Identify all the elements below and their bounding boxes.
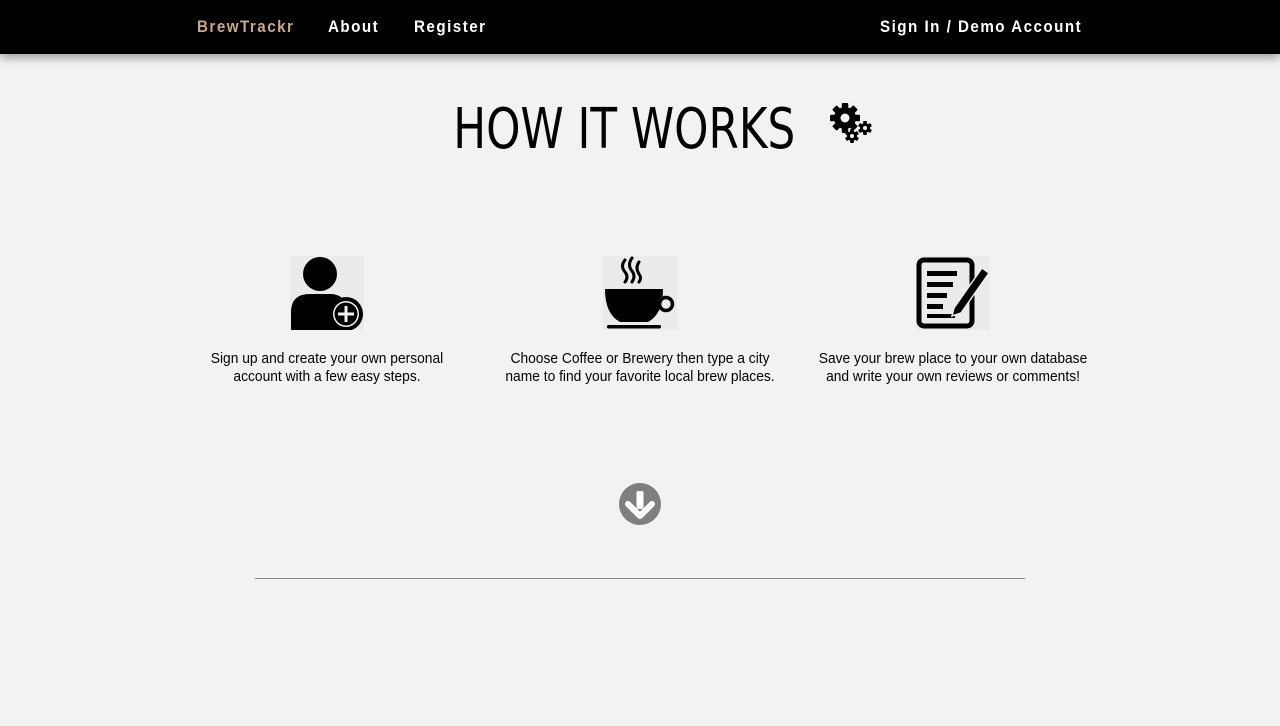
gears-icon — [829, 101, 875, 148]
section-divider — [255, 578, 1025, 579]
how-it-works-heading: HOW IT WORKS — [0, 98, 1280, 162]
page-title: HOW IT WORKS — [452, 97, 795, 162]
step-signup-text: Sign up and create your own personal acc… — [210, 350, 444, 385]
step-save: Save your brew place to your own databas… — [803, 256, 1103, 386]
step-signup: Sign up and create your own personal acc… — [177, 256, 477, 386]
edit-note-icon — [916, 256, 990, 330]
nav-signin-link[interactable]: Sign In / Demo Account — [880, 17, 1082, 37]
top-navbar: BrewTrackr About Register Sign In / Demo… — [0, 0, 1280, 54]
arrow-circle-down-icon[interactable] — [618, 483, 662, 527]
step-search: Choose Coffee or Brewery then type a cit… — [490, 256, 790, 386]
step-search-text: Choose Coffee or Brewery then type a cit… — [505, 350, 775, 385]
nav-about-link[interactable]: About — [328, 17, 379, 37]
step-save-text: Save your brew place to your own databas… — [818, 350, 1088, 385]
user-plus-icon — [290, 256, 364, 330]
nav-register-link[interactable]: Register — [414, 17, 487, 37]
coffee-cup-icon — [603, 256, 677, 330]
brand-link[interactable]: BrewTrackr — [197, 17, 294, 37]
